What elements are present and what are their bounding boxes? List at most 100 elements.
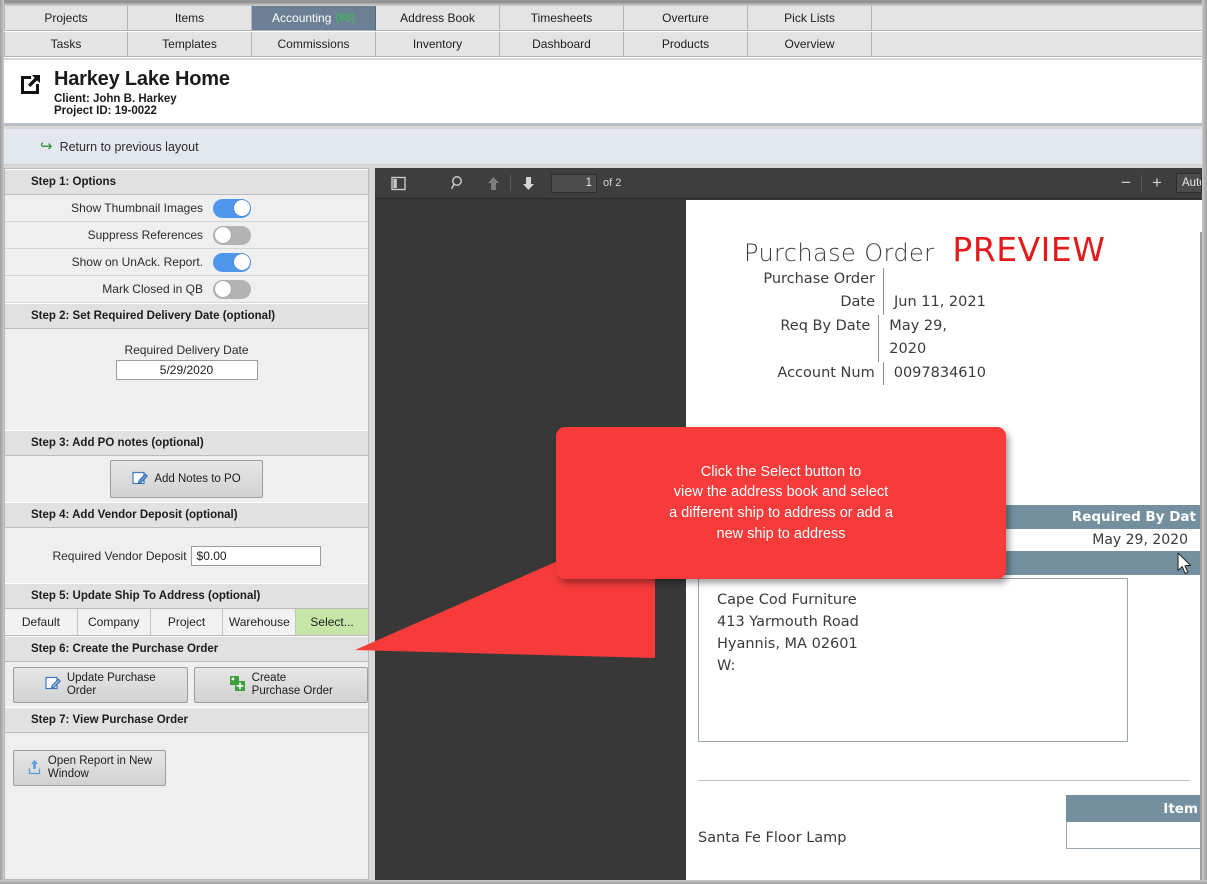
update-po-line1: Update Purchase — [66, 671, 156, 684]
ship-tab-company[interactable]: Company — [77, 609, 151, 635]
client-name: Client: John B. Harkey — [54, 92, 177, 105]
step2-heading: Step 2: Set Required Delivery Date (opti… — [5, 303, 368, 329]
tab-products[interactable]: Products — [624, 32, 748, 57]
ship-tab-select-[interactable]: Select... — [296, 609, 368, 635]
option-row: Suppress References — [5, 222, 368, 249]
mouse-pointer-icon — [1177, 552, 1192, 575]
create-purchase-order-button[interactable]: Create Purchase Order — [193, 666, 368, 703]
external-link-icon[interactable] — [18, 73, 42, 97]
tab-pick-lists[interactable]: Pick Lists — [748, 6, 872, 31]
page-number-input[interactable]: 1 — [551, 173, 597, 193]
update-purchase-order-button[interactable]: Update Purchase Order — [13, 666, 188, 703]
create-po-line2: Purchase Order — [251, 684, 333, 697]
edit-note-icon — [132, 470, 149, 489]
tab-label: Timesheets — [530, 11, 593, 25]
tab-projects[interactable]: Projects — [4, 6, 128, 31]
sidebar-toggle-icon[interactable] — [383, 170, 413, 196]
tab-overture[interactable]: Overture — [624, 6, 748, 31]
update-purchase-order-label: Update Purchase Order — [67, 672, 156, 698]
document-meta-table: Purchase Order Date Jun 11, 2021 Req By Dat… — [686, 268, 986, 386]
doc-meta-row: Account Num 0097834610 — [686, 361, 986, 386]
window-bottom-edge — [0, 880, 1207, 884]
item-column-header: Item — [1066, 795, 1202, 822]
create-po-line1: Create — [251, 671, 287, 684]
option-row: Show Thumbnail Images — [5, 195, 368, 222]
tab-badge-count: (88) — [335, 12, 355, 24]
toolbar-divider — [510, 175, 511, 191]
doc-meta-key: Date — [686, 291, 884, 315]
option-label: Suppress References — [87, 228, 203, 242]
required-delivery-date-input[interactable]: 5/29/2020 — [115, 360, 258, 380]
tab-label: Accounting — [272, 11, 332, 25]
item-name: Santa Fe Floor Lamp — [698, 830, 847, 846]
step4-heading: Step 4: Add Vendor Deposit (optional) — [5, 502, 368, 528]
document-title: Purchase Order — [744, 239, 935, 267]
ship-tab-warehouse[interactable]: Warehouse — [223, 609, 297, 635]
tab-label: Tasks — [50, 37, 82, 51]
option-label: Mark Closed in QB — [102, 282, 203, 296]
application-window: Projects Items Accounting (88) Address Book T… — [0, 0, 1207, 884]
open-report-line1: Open Report in New — [47, 755, 153, 768]
open-report-label: Open Report in New Window — [48, 755, 152, 781]
tab-overview[interactable]: Overview — [748, 32, 872, 57]
toolbar-divider-2 — [1141, 175, 1142, 191]
step7-heading: Step 7: View Purchase Order — [5, 707, 368, 733]
toggle-knob — [233, 200, 250, 216]
tab-tasks[interactable]: Tasks — [4, 32, 128, 57]
tab-dashboard[interactable]: Dashboard — [500, 32, 624, 57]
search-icon[interactable] — [443, 170, 473, 196]
return-link-label[interactable]: Return to previous layout — [60, 140, 199, 154]
toggle-mark-closed-in-qb[interactable] — [213, 279, 251, 299]
return-to-previous-layout-bar[interactable]: ↪ Return to previous layout — [4, 129, 1202, 165]
toggle-suppress-references[interactable] — [213, 225, 251, 245]
tab-inventory[interactable]: Inventory — [376, 32, 500, 57]
step3-body: Add Notes to PO — [5, 456, 368, 502]
doc-meta-key: Req By Date — [686, 314, 880, 362]
primary-tab-bar: Projects Items Accounting (88) Address Book T… — [4, 6, 1202, 32]
add-notes-to-po-button[interactable]: Add Notes to PO — [110, 460, 263, 498]
step6-body: Update Purchase Order Create Purchase Or… — [5, 662, 368, 707]
arrow-up-icon[interactable] — [478, 170, 508, 196]
tab-timesheets[interactable]: Timesheets — [500, 6, 624, 31]
zoom-in-button[interactable]: + — [1144, 173, 1170, 193]
address-line: 413 Yarmouth Road — [717, 614, 859, 631]
tab-label: Projects — [44, 11, 88, 25]
option-label: Show on UnAck. Report. — [71, 255, 203, 269]
step6-heading: Step 6: Create the Purchase Order — [5, 636, 368, 662]
toggle-show-on-unack-report-[interactable] — [213, 252, 251, 272]
open-report-in-new-window-button[interactable]: Open Report in New Window — [13, 750, 166, 786]
window-right-edge — [1202, 0, 1207, 884]
step1-heading: Step 1: Options — [5, 169, 368, 195]
doc-meta-key: Account Num — [686, 361, 884, 386]
step4-body: Required Vendor Deposit $0.00 — [5, 528, 368, 583]
option-label: Show Thumbnail Images — [71, 201, 203, 215]
required-delivery-date-label: Required Delivery Date — [124, 343, 249, 357]
tab-items[interactable]: Items — [128, 6, 252, 31]
zoom-out-button[interactable]: − — [1113, 173, 1139, 193]
doc-meta-row: Req By Date May 29, 2020 — [686, 314, 986, 362]
zoom-level-select[interactable]: Auto — [1176, 173, 1202, 193]
tab-label: Products — [661, 37, 710, 51]
toggle-show-thumbnail-images[interactable] — [213, 198, 251, 218]
tab-filler — [872, 6, 1202, 31]
instruction-callout: Click the Select button to view the addr… — [556, 427, 1006, 579]
tab-filler — [872, 32, 1202, 57]
tab-commissions[interactable]: Commissions — [252, 32, 376, 57]
tab-templates[interactable]: Templates — [128, 32, 252, 57]
tab-label: Inventory — [412, 37, 463, 51]
required-vendor-deposit-input[interactable]: $0.00 — [190, 545, 321, 566]
ship-tab-project[interactable]: Project — [150, 609, 224, 635]
tab-label: Overview — [784, 37, 835, 51]
address-line: Cape Cod Furniture — [717, 592, 857, 608]
arrow-down-icon[interactable] — [513, 170, 543, 196]
tab-address-book[interactable]: Address Book — [376, 6, 500, 31]
doc-meta-row: Purchase Order — [686, 268, 986, 292]
callout-text: Click the Select button to view the addr… — [669, 462, 893, 544]
tab-accounting[interactable]: Accounting (88) — [252, 6, 376, 31]
step3-heading: Step 3: Add PO notes (optional) — [5, 430, 368, 456]
callout-line-3: a different ship to address or add a — [669, 505, 893, 521]
ship-tab-default[interactable]: Default — [5, 609, 78, 635]
doc-meta-value — [884, 268, 894, 291]
callout-line-4: new ship to address — [716, 525, 846, 542]
doc-meta-value: Jun 11, 2021 — [894, 294, 986, 311]
